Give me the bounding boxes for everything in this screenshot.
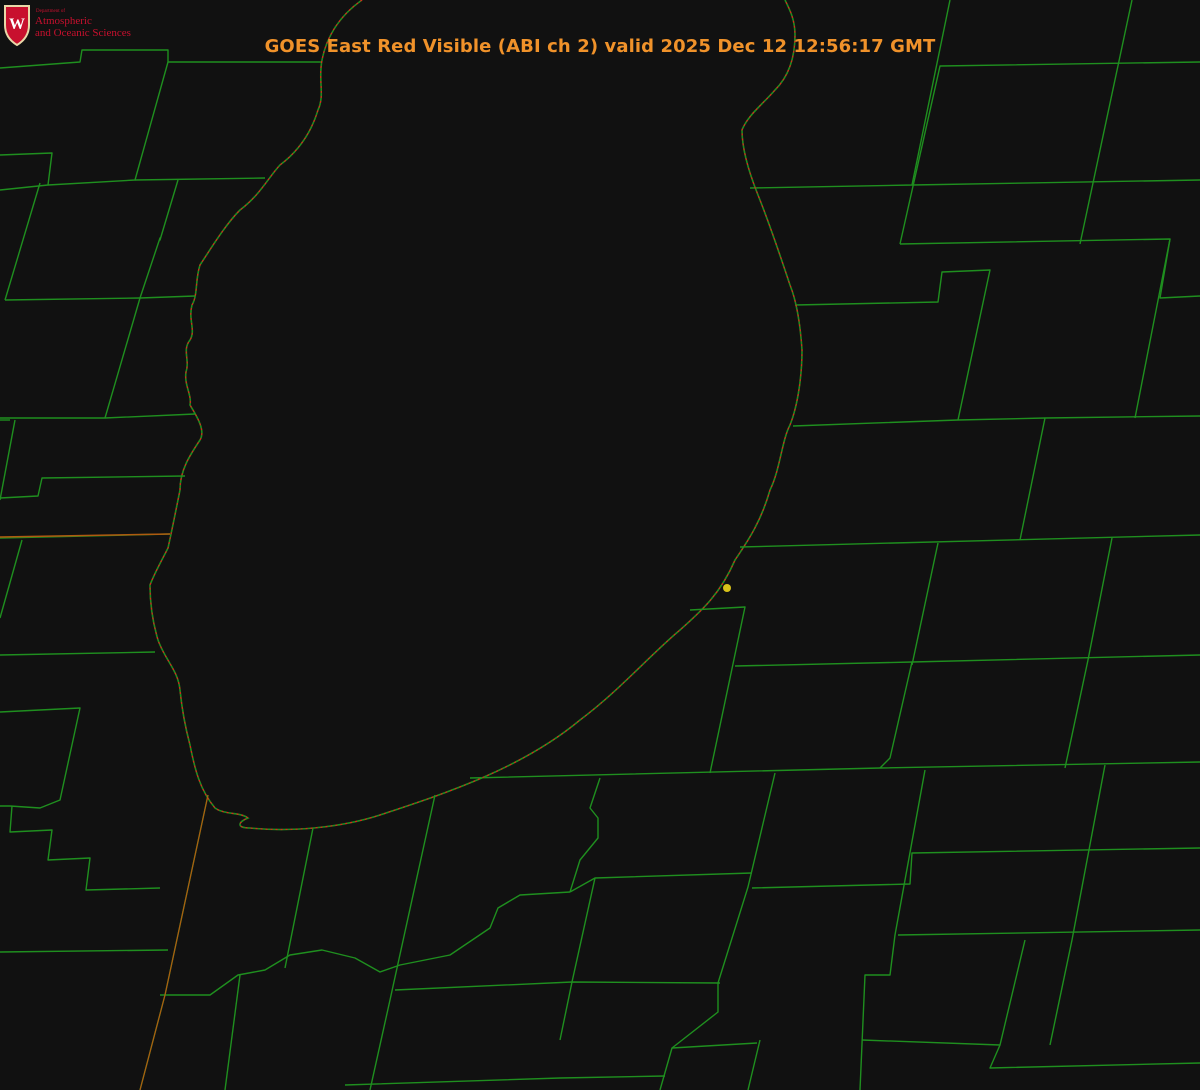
shoreline-outline-dotted	[149, 0, 803, 831]
logo-department-label: Department of	[36, 9, 66, 14]
satellite-map	[0, 0, 1200, 1090]
state-border	[0, 533, 209, 1090]
satellite-map-frame: W Department of Atmospheric and Oceanic …	[0, 0, 1200, 1090]
image-title: GOES East Red Visible (ABI ch 2) valid 2…	[264, 36, 936, 57]
lake-shoreline	[149, 0, 803, 831]
crest-letter: W	[9, 16, 25, 33]
location-marker[interactable]	[723, 584, 731, 592]
logo-line-1: Atmospheric	[35, 15, 92, 27]
